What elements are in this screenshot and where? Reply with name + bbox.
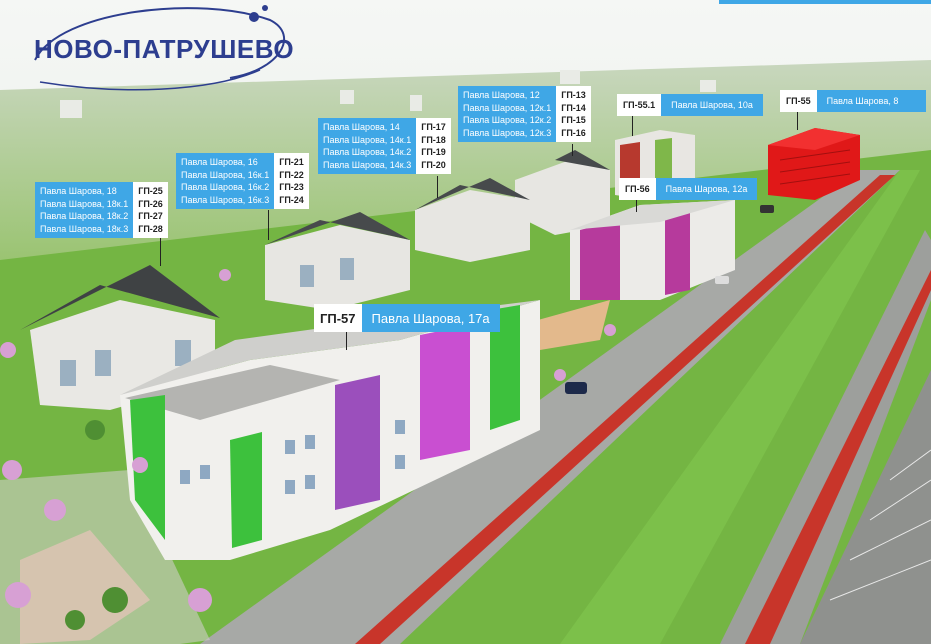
callout-addresses: Павла Шарова, 16 Павла Шарова, 16к.1 Пав… xyxy=(176,153,275,209)
address-line: Павла Шарова, 18к.1 xyxy=(40,198,129,209)
address-line: Павла Шарова, 12а xyxy=(655,178,758,200)
callout-gp17-20: Павла Шарова, 14 Павла Шарова, 14к.1 Пав… xyxy=(318,118,451,174)
plot-code: ГП-27 xyxy=(138,211,163,221)
logo-dot-small xyxy=(262,5,268,11)
logo-dot-large xyxy=(249,12,259,22)
callout-codes: ГП-13 ГП-14 ГП-15 ГП-16 xyxy=(556,86,591,142)
callout-codes: ГП-21 ГП-22 ГП-23 ГП-24 xyxy=(274,153,309,209)
callout-gp13-16: Павла Шарова, 12 Павла Шарова, 12к.1 Пав… xyxy=(458,86,591,142)
plot-code: ГП-24 xyxy=(279,194,304,205)
callout-gp21-24: Павла Шарова, 16 Павла Шарова, 16к.1 Пав… xyxy=(176,153,309,209)
callout-addresses: Павла Шарова, 12 Павла Шарова, 12к.1 Пав… xyxy=(458,86,557,142)
callout-addresses: Павла Шарова, 18 Павла Шарова, 18к.1 Пав… xyxy=(35,182,134,238)
plot-code: ГП-15 xyxy=(561,115,586,125)
address-line: Павла Шарова, 12к.2 xyxy=(463,115,552,125)
plot-code: ГП-20 xyxy=(421,159,446,170)
address-line: Павла Шарова, 14 xyxy=(323,122,400,132)
address-line: Павла Шарова, 14к.2 xyxy=(323,147,412,157)
address-line: Павла Шарова, 16к.3 xyxy=(181,194,270,205)
plot-code: ГП-19 xyxy=(421,147,446,157)
plot-code: ГП-57 xyxy=(314,304,362,332)
callout-pointer xyxy=(160,238,161,266)
plot-code: ГП-18 xyxy=(421,134,446,145)
top-accent-bar xyxy=(719,0,931,4)
callout-gp25-28: Павла Шарова, 18 Павла Шарова, 18к.1 Пав… xyxy=(35,182,168,238)
callout-codes: ГП-25 ГП-26 ГП-27 ГП-28 xyxy=(133,182,168,238)
address-line: Павла Шарова, 18 xyxy=(40,186,117,196)
address-line: Павла Шарова, 12к.3 xyxy=(463,127,552,138)
callout-pointer xyxy=(346,332,347,350)
plot-code: ГП-21 xyxy=(279,157,304,167)
callout-gp55: ГП-55 Павла Шарова, 8 xyxy=(780,90,927,112)
address-line: Павла Шарова, 12 xyxy=(463,90,540,100)
plot-code: ГП-17 xyxy=(421,122,446,132)
address-line: Павла Шарова, 16 xyxy=(181,157,258,167)
address-line: Павла Шарова, 14к.3 xyxy=(323,159,412,170)
callout-codes: ГП-17 ГП-18 ГП-19 ГП-20 xyxy=(416,118,451,174)
callout-pointer xyxy=(632,116,633,136)
callout-pointer xyxy=(797,112,798,130)
address-line: Павла Шарова, 8 xyxy=(816,90,927,112)
plot-code: ГП-22 xyxy=(279,169,304,180)
plot-code: ГП-13 xyxy=(561,90,586,100)
plot-code: ГП-23 xyxy=(279,182,304,192)
address-line: Павла Шарова, 14к.1 xyxy=(323,134,412,145)
plot-code: ГП-25 xyxy=(138,186,163,196)
callout-gp57: ГП-57 Павла Шарова, 17а xyxy=(314,304,500,332)
callout-gp56: ГП-56 Павла Шарова, 12а xyxy=(619,178,758,200)
brand-logo: НОВО-ПАТРУШЕВО xyxy=(34,34,295,64)
plot-code: ГП-14 xyxy=(561,102,586,113)
plot-code: ГП-16 xyxy=(561,127,586,138)
callout-addresses: Павла Шарова, 14 Павла Шарова, 14к.1 Пав… xyxy=(318,118,417,174)
callout-gp55-1: ГП-55.1 Павла Шарова, 10а xyxy=(617,94,763,116)
plot-code: ГП-55.1 xyxy=(617,94,662,116)
plot-code: ГП-28 xyxy=(138,223,163,234)
address-line: Павла Шарова, 17а xyxy=(361,304,500,332)
callout-pointer xyxy=(268,210,269,240)
address-line: Павла Шарова, 18к.3 xyxy=(40,223,129,234)
address-line: Павла Шарова, 18к.2 xyxy=(40,211,129,221)
address-line: Павла Шарова, 10а xyxy=(661,94,763,116)
address-line: Павла Шарова, 12к.1 xyxy=(463,102,552,113)
address-line: Павла Шарова, 16к.2 xyxy=(181,182,270,192)
callout-pointer xyxy=(636,200,637,212)
callout-pointer xyxy=(437,176,438,198)
address-line: Павла Шарова, 16к.1 xyxy=(181,169,270,180)
callout-pointer xyxy=(572,144,573,156)
plot-code: ГП-56 xyxy=(619,178,656,200)
plot-code: ГП-26 xyxy=(138,198,163,209)
plot-code: ГП-55 xyxy=(780,90,817,112)
